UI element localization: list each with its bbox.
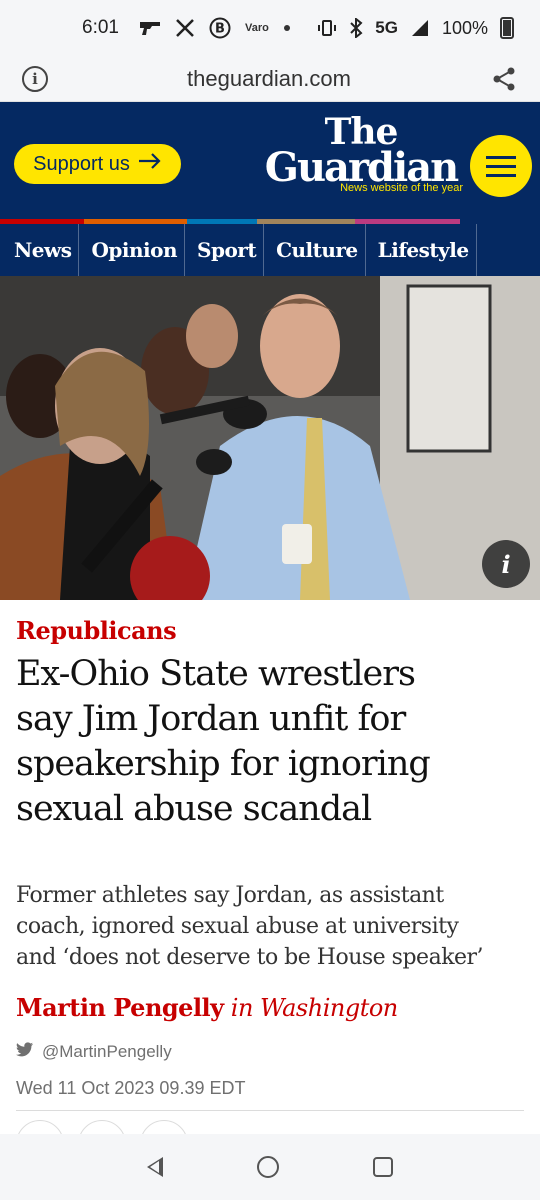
headline-line: say Jim Jordan unfit for <box>16 699 406 739</box>
author-name[interactable]: Martin Pengelly <box>16 993 224 1022</box>
recent-apps-icon[interactable] <box>373 1157 393 1177</box>
hamburger-icon-line <box>486 173 516 177</box>
battery-icon <box>500 17 514 39</box>
twitter-bird-icon <box>16 1042 34 1062</box>
standfirst-line: Former athletes say Jordan, as assistant <box>16 883 444 908</box>
x-logo-icon <box>175 18 195 38</box>
signal-icon <box>410 18 430 38</box>
image-info-button[interactable]: i <box>482 540 530 588</box>
share-icon[interactable] <box>490 65 518 93</box>
article-standfirst: Former athletes say Jordan, as assistant… <box>16 880 516 973</box>
system-nav-bar <box>0 1134 540 1200</box>
standfirst-line: coach, ignored sexual abuse at universit… <box>16 914 459 939</box>
hero-photo <box>0 276 540 600</box>
bitcoin-icon: B <box>209 17 231 39</box>
dot-icon <box>283 24 291 32</box>
hamburger-icon-line <box>486 155 516 159</box>
standfirst-line: and ‘does not deserve to be House speake… <box>16 945 484 970</box>
hero-image: i <box>0 276 540 600</box>
battery-label: 100% <box>441 17 488 38</box>
article-headline: Ex-Ohio State wrestlers say Jim Jordan u… <box>16 652 526 832</box>
notification-icons: B Varo <box>139 17 291 39</box>
site-header: Support us The Guardian News website of … <box>0 102 540 224</box>
nav-news[interactable]: News <box>0 224 80 276</box>
publish-date[interactable]: Wed 11 Oct 2023 09.39 EDT <box>16 1078 245 1099</box>
nav-opinion[interactable]: Opinion <box>79 224 186 276</box>
pillar-nav: News Opinion Sport Culture Lifestyle <box>0 224 540 276</box>
url-text[interactable]: theguardian.com <box>48 66 490 92</box>
logo-tagline: News website of the year <box>340 182 463 194</box>
nav-culture[interactable]: Culture <box>264 224 366 276</box>
bluetooth-icon <box>349 18 363 38</box>
svg-text:B: B <box>215 22 225 37</box>
status-bar: 6:01 B Varo 5G 100% <box>0 0 540 56</box>
site-info-icon[interactable]: i <box>22 65 48 92</box>
guardian-logo[interactable]: The Guardian <box>258 114 464 188</box>
gun-icon <box>139 20 161 36</box>
support-us-button[interactable]: Support us <box>14 144 181 184</box>
headline-line: Ex-Ohio State wrestlers <box>16 654 416 694</box>
hamburger-icon-line <box>486 164 516 168</box>
nav-lifestyle[interactable]: Lifestyle <box>366 224 477 276</box>
twitter-handle[interactable]: @MartinPengelly <box>42 1042 172 1062</box>
support-us-label: Support us <box>33 152 130 175</box>
headline-line: sexual abuse scandal <box>16 789 372 829</box>
section-kicker[interactable]: Republicans <box>16 616 177 645</box>
arrow-right-icon <box>138 152 162 176</box>
back-icon[interactable] <box>147 1157 163 1177</box>
byline: Martin Pengelly in Washington <box>16 993 398 1022</box>
url-bar[interactable]: i theguardian.com <box>0 56 540 102</box>
home-icon[interactable] <box>257 1156 279 1178</box>
network-label: 5G <box>375 18 398 37</box>
meta-divider <box>16 1110 524 1111</box>
status-time: 6:01 <box>82 17 119 38</box>
vibrate-icon <box>317 18 337 38</box>
nav-sport[interactable]: Sport <box>185 224 265 276</box>
varo-icon: Varo <box>244 22 269 34</box>
author-location: in Washington <box>230 994 398 1022</box>
system-icons: 5G 100% <box>317 17 514 39</box>
twitter-link[interactable]: @MartinPengelly <box>16 1042 172 1062</box>
headline-line: speakership for ignoring <box>16 744 431 784</box>
menu-button[interactable] <box>470 135 532 197</box>
